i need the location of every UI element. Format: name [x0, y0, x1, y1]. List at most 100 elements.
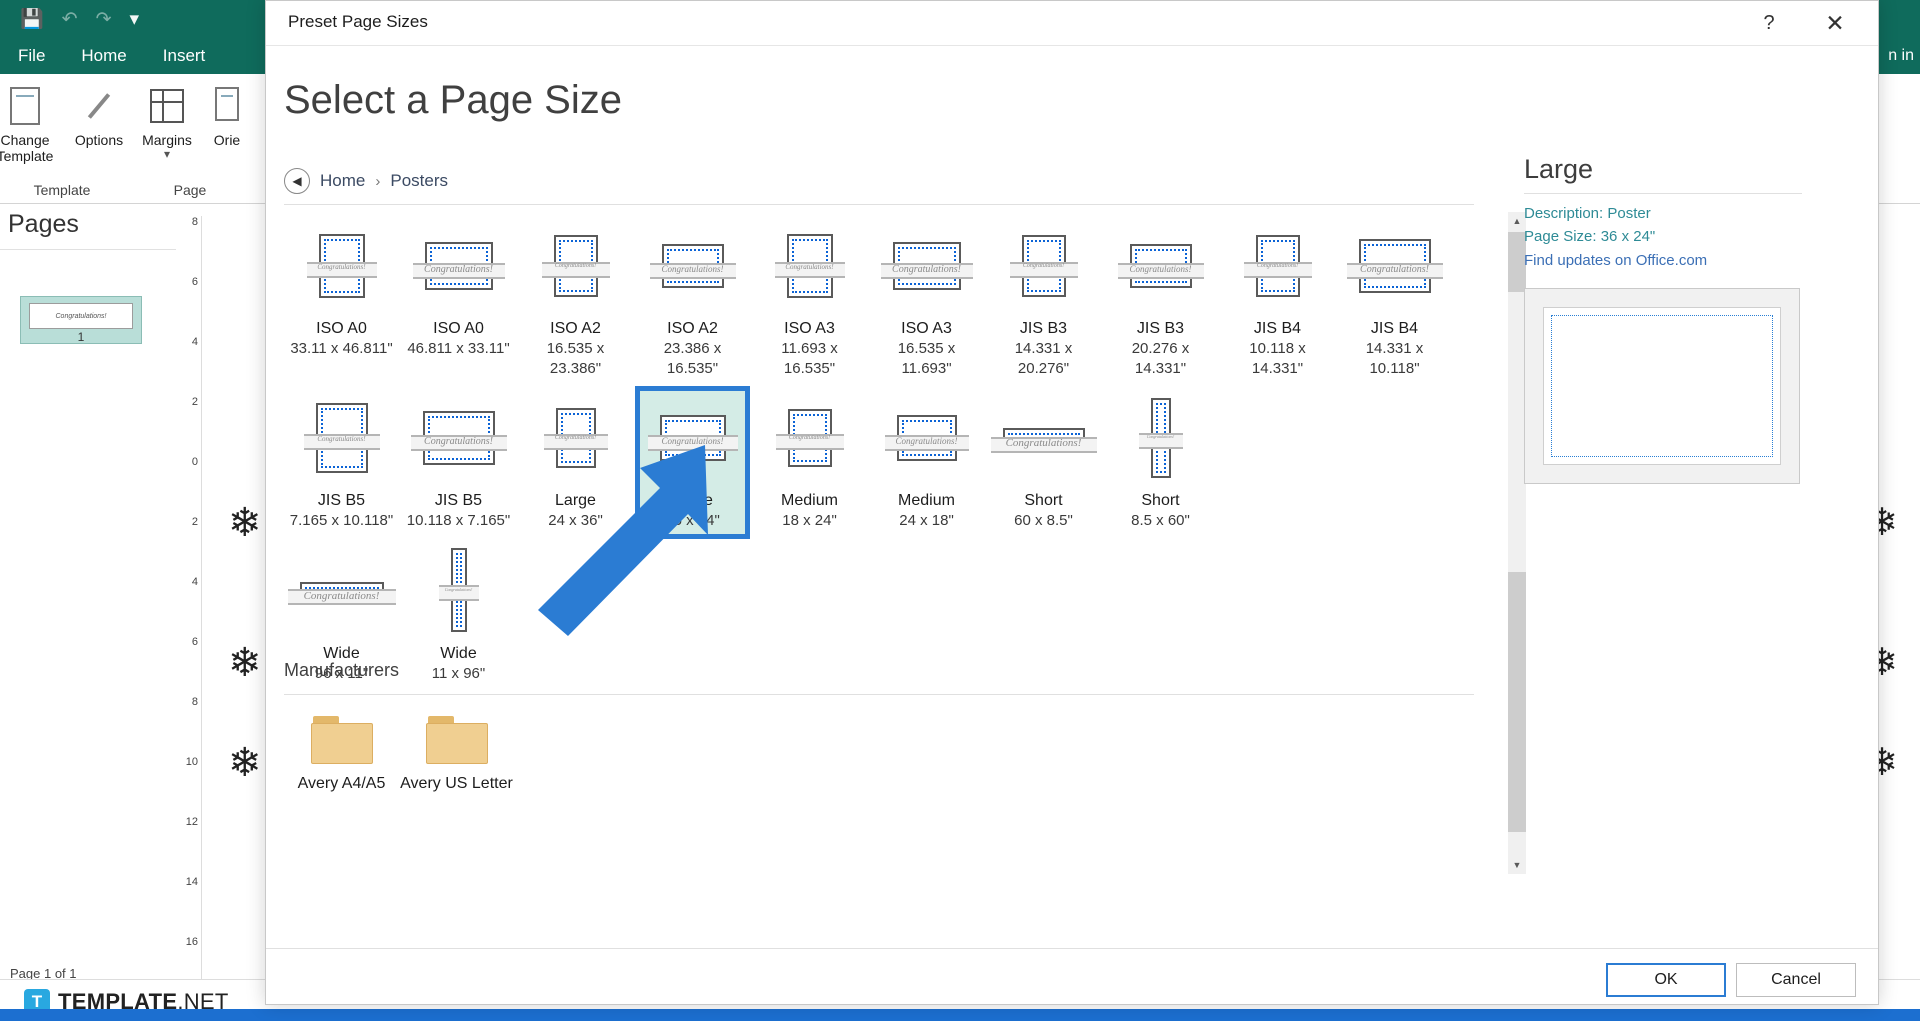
- scrollbar-thumb[interactable]: [1508, 572, 1526, 832]
- page-size-thumbnail: Congratulations!: [523, 218, 629, 313]
- change-template-label: Change Template: [0, 132, 62, 164]
- undo-icon[interactable]: ↶: [62, 10, 78, 29]
- page-size-thumbnail: Congratulations!: [1225, 218, 1331, 313]
- decorative-art-left-3: ❄: [228, 740, 262, 786]
- page-size-thumbnail: Congratulations!: [640, 218, 746, 313]
- page-size-item[interactable]: Congratulations!ISO A223.386 x 16.535": [635, 214, 750, 386]
- quick-access-toolbar[interactable]: 💾 ↶ ↷ ▾: [0, 0, 270, 38]
- page-size-name: JIS B3: [1020, 319, 1067, 339]
- ribbon-group-template: Change Template Options Template: [4, 78, 120, 200]
- breadcrumb-item-home[interactable]: Home: [320, 171, 365, 191]
- page-title: Select a Page Size: [284, 78, 622, 123]
- page-size-dimensions: 8.5 x 60": [1107, 511, 1215, 531]
- page-size-name: JIS B4: [1371, 319, 1418, 339]
- breadcrumb-item-posters[interactable]: Posters: [390, 171, 448, 191]
- question-mark-icon[interactable]: ?: [1752, 7, 1786, 39]
- page-size-name: JIS B5: [435, 491, 482, 511]
- page-size-item[interactable]: Congratulations!Wide11 x 96": [401, 539, 516, 692]
- page-size-item[interactable]: Congratulations!ISO A046.811 x 33.11": [401, 214, 516, 367]
- preset-page-sizes-dialog: Preset Page Sizes ? ✕ Select a Page Size…: [265, 0, 1879, 1005]
- annotation-arrow: [520, 440, 720, 640]
- ok-button[interactable]: OK: [1606, 963, 1726, 997]
- orientation-button[interactable]: Orie: [204, 78, 250, 162]
- tab-home[interactable]: Home: [63, 38, 144, 74]
- page-size-dimensions: 14.331 x 20.276": [990, 339, 1098, 378]
- page-size-thumbnail: Congratulations!: [289, 390, 395, 485]
- taskbar-strip: [0, 1009, 1920, 1021]
- page-size-thumbnail: Congratulations!: [289, 543, 395, 638]
- tab-file[interactable]: File: [0, 38, 63, 74]
- options-pencil-icon: [77, 84, 121, 128]
- page-size-name: JIS B3: [1137, 319, 1184, 339]
- page-size-item[interactable]: Congratulations!Short8.5 x 60": [1103, 386, 1218, 539]
- page-size-thumbnail: Congratulations!: [406, 390, 512, 485]
- dialog-footer: OK Cancel: [266, 948, 1878, 1004]
- margins-chevron-icon[interactable]: ▾: [164, 148, 170, 162]
- save-icon[interactable]: 💾: [20, 10, 44, 29]
- page-size-item[interactable]: Congratulations! JIS B510.118 x 7.165": [401, 386, 516, 539]
- page-size-dimensions: 10.118 x 7.165": [405, 511, 513, 531]
- page-size-dimensions: 16.535 x 23.386": [522, 339, 630, 378]
- manufacturer-folder[interactable]: Avery US Letter: [399, 710, 514, 794]
- back-arrow-icon[interactable]: ◀: [284, 168, 310, 194]
- page-size-dimensions: 7.165 x 10.118": [288, 511, 396, 531]
- orientation-icon: [205, 84, 249, 128]
- dialog-title-bar: Preset Page Sizes ? ✕: [266, 1, 1878, 45]
- margins-button[interactable]: Margins ▾: [130, 78, 204, 162]
- page-size-thumbnail: Congratulations!: [1108, 218, 1214, 313]
- customize-icon[interactable]: ▾: [130, 10, 140, 29]
- page-size-item[interactable]: Congratulations!JIS B57.165 x 10.118": [284, 386, 399, 539]
- group-label-page: Page: [130, 182, 250, 198]
- scroll-down-arrow[interactable]: ▼: [1508, 856, 1526, 874]
- page-size-dimensions: 11.693 x 16.535": [756, 339, 864, 378]
- page-size-item[interactable]: Congratulations!Medium18 x 24": [752, 386, 867, 539]
- margins-label: Margins: [142, 132, 192, 148]
- page-size-name: ISO A3: [784, 319, 835, 339]
- page-size-dimensions: 24 x 18": [873, 511, 981, 531]
- options-label: Options: [75, 132, 123, 148]
- page-size-thumbnail: Congratulations!: [289, 218, 395, 313]
- detail-description: Description: Poster: [1524, 202, 1802, 225]
- manufacturer-folder[interactable]: Avery A4/A5: [284, 710, 399, 794]
- cancel-button[interactable]: Cancel: [1736, 963, 1856, 997]
- detail-page-size: Page Size: 36 x 24": [1524, 225, 1802, 248]
- page-size-item[interactable]: Congratulations!ISO A216.535 x 23.386": [518, 214, 633, 386]
- page-size-name: ISO A3: [901, 319, 952, 339]
- page-size-item[interactable]: Congratulations!ISO A316.535 x 11.693": [869, 214, 984, 386]
- page-size-item[interactable]: Congratulations! JIS B320.276 x 14.331": [1103, 214, 1218, 386]
- pages-pane-title: Pages: [0, 204, 196, 239]
- page-thumbnail-1[interactable]: Congratulations! 1: [20, 296, 142, 344]
- page-size-grid: Congratulations!ISO A033.11 x 46.811"Con…: [284, 214, 1474, 914]
- section-rule: [284, 694, 1474, 695]
- section-header-manufacturers: Manufacturers: [284, 660, 399, 681]
- page-size-item[interactable]: Congratulations!Short60 x 8.5": [986, 386, 1101, 539]
- detail-preview-image: [1524, 288, 1800, 484]
- close-x-icon[interactable]: ✕: [1812, 7, 1858, 39]
- page-size-dimensions: 20.276 x 14.331": [1107, 339, 1215, 378]
- page-size-item[interactable]: Congratulations!ISO A311.693 x 16.535": [752, 214, 867, 386]
- options-button[interactable]: Options: [62, 78, 136, 164]
- page-size-row: Congratulations!JIS B57.165 x 10.118"Con…: [284, 386, 1474, 539]
- page-size-thumbnail: Congratulations!: [1342, 218, 1448, 313]
- page-size-dimensions: 33.11 x 46.811": [288, 339, 396, 359]
- template-icon: [3, 84, 47, 128]
- page-size-item[interactable]: Congratulations!JIS B410.118 x 14.331": [1220, 214, 1335, 386]
- detail-title: Large: [1524, 154, 1802, 185]
- group-label-template: Template: [4, 182, 120, 198]
- vertical-ruler-left: 86 42 02 46 810 1214 16: [176, 216, 202, 1016]
- page-size-item[interactable]: Congratulations!Medium24 x 18": [869, 386, 984, 539]
- page-size-item[interactable]: Congratulations!JIS B314.331 x 20.276": [986, 214, 1101, 386]
- redo-icon[interactable]: ↷: [96, 10, 112, 29]
- page-size-dimensions: 23.386 x 16.535": [639, 339, 747, 378]
- page-size-item[interactable]: Congratulations!ISO A033.11 x 46.811": [284, 214, 399, 367]
- breadcrumb-separator: ›: [375, 173, 380, 190]
- page-size-dimensions: 18 x 24": [756, 511, 864, 531]
- breadcrumb: ◀ Home › Posters: [284, 166, 448, 196]
- tab-insert[interactable]: Insert: [145, 38, 224, 74]
- page-size-item[interactable]: Congratulations!JIS B414.331 x 10.118": [1337, 214, 1452, 386]
- ribbon-right-text: n in: [1888, 38, 1914, 74]
- change-template-button[interactable]: Change Template: [0, 78, 62, 164]
- detail-updates-link[interactable]: Find updates on Office.com: [1524, 249, 1802, 272]
- page-size-dimensions: 11 x 96": [405, 664, 513, 684]
- dialog-body: Select a Page Size ◀ Home › Posters Cong…: [266, 45, 1878, 965]
